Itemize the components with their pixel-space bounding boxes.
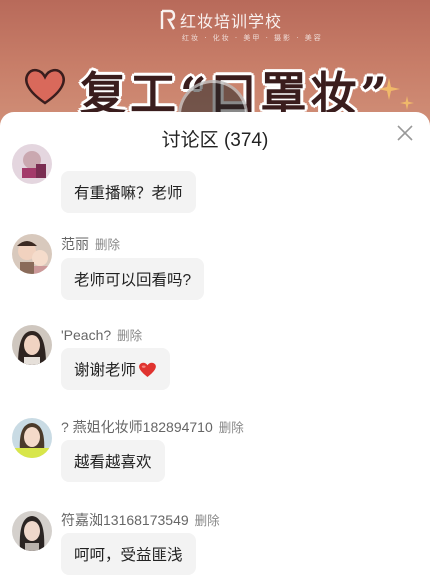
comment-item: 范丽 删除 老师可以回看吗?	[0, 230, 430, 320]
comment-item: 符嘉洳13168173549 删除 呵呵，受益匪浅	[0, 508, 430, 582]
comment-bubble: 老师可以回看吗?	[61, 258, 205, 300]
sparkle-small-icon	[400, 96, 414, 110]
avatar[interactable]	[12, 325, 52, 365]
comment-bubble: 谢谢老师	[61, 348, 171, 390]
close-icon	[397, 125, 413, 141]
comment-item: 有重播嘛？老师	[0, 144, 430, 222]
avatar[interactable]	[12, 144, 52, 184]
comment-item: 'Peach? 删除 谢谢老师	[0, 323, 430, 413]
logo-subtitle: 红妆 · 化妆 · 美甲 · 摄影 · 美容	[182, 34, 323, 42]
logo-mark-icon	[160, 9, 176, 30]
logo-text: 红妆培训学校	[180, 12, 283, 31]
close-button[interactable]	[394, 122, 416, 144]
avatar-partial-icon	[12, 144, 52, 184]
comment-bubble: 呵呵，受益匪浅	[61, 533, 196, 575]
comment-bubble: 越看越喜欢	[61, 440, 165, 482]
avatar-woman-photo-icon	[12, 418, 52, 458]
heart-decoration-icon	[25, 68, 65, 105]
avatar[interactable]	[12, 234, 52, 274]
avatar-woman-photo-icon	[12, 511, 52, 551]
avatar[interactable]	[12, 418, 52, 458]
avatar-woman-photo-icon	[12, 325, 52, 365]
discussion-panel: 讨论区 (374) 有重播嘛？老师 范丽 删除 老师可以回看吗? 'Peach?…	[0, 112, 430, 582]
comment-text: 有重播嘛？老师	[74, 185, 183, 202]
delete-link[interactable]: 删除	[195, 510, 220, 529]
avatar[interactable]	[12, 511, 52, 551]
comment-username: 'Peach?	[61, 327, 112, 343]
sparkle-icon	[378, 78, 400, 100]
comment-item: ? 燕姐化妆师182894710 删除 越看越喜欢	[0, 415, 430, 505]
comment-text: 谢谢老师	[74, 362, 137, 379]
comment-username: 符嘉洳13168173549	[61, 512, 189, 528]
delete-link[interactable]: 删除	[219, 417, 244, 436]
comment-bubble: 有重播嘛？老师	[61, 171, 196, 213]
comment-text: 越看越喜欢	[74, 454, 152, 471]
comment-text: 呵呵，受益匪浅	[74, 547, 183, 564]
comment-text: 老师可以回看吗?	[74, 272, 192, 289]
delete-link[interactable]: 删除	[117, 325, 142, 344]
panel-title: 讨论区 (374)	[161, 129, 269, 151]
delete-link[interactable]: 删除	[95, 234, 120, 253]
school-logo: 红妆培训学校	[160, 8, 282, 32]
red-heart-icon	[139, 362, 156, 377]
avatar-child-photo-icon	[12, 234, 52, 274]
comment-username: ? 燕姐化妆师182894710	[61, 419, 213, 435]
comment-username: 范丽	[61, 236, 89, 252]
